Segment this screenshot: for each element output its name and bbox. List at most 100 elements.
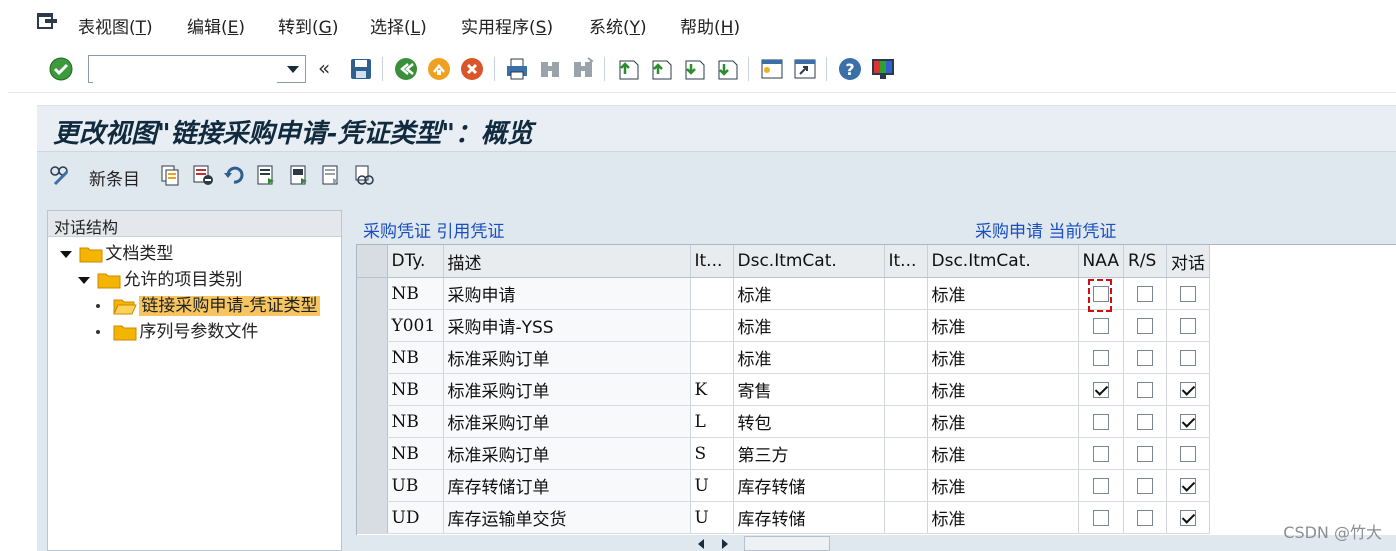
- checkbox[interactable]: [1179, 285, 1196, 302]
- row-selector[interactable]: [357, 309, 388, 342]
- menu-table-view[interactable]: 表视图(T): [78, 13, 153, 38]
- checkbox[interactable]: [1179, 509, 1196, 526]
- cell-doc-type[interactable]: UB: [387, 469, 444, 502]
- cell-description[interactable]: 标准采购订单: [443, 405, 691, 438]
- menu-selection[interactable]: 选择(L): [370, 13, 427, 38]
- horizontal-scrollbar[interactable]: [692, 536, 842, 551]
- next-page-icon[interactable]: [681, 56, 707, 82]
- delete-icon[interactable]: [192, 164, 214, 186]
- column-header[interactable]: DTy.: [387, 245, 444, 278]
- first-page-icon[interactable]: [615, 56, 641, 82]
- checkbox[interactable]: [1092, 445, 1109, 462]
- checkbox[interactable]: [1092, 413, 1109, 430]
- cell-description[interactable]: 库存运输单交货: [443, 501, 691, 534]
- row-selector[interactable]: [357, 277, 388, 310]
- cell-item-category-2[interactable]: [884, 437, 928, 470]
- copy-as-icon[interactable]: [159, 164, 181, 186]
- column-header[interactable]: Dsc.ItmCat.: [733, 245, 885, 278]
- cell-item-category-desc-2[interactable]: 标准: [927, 501, 1079, 534]
- checkbox[interactable]: [1092, 381, 1109, 398]
- tree-node-serial-number-profile[interactable]: 序列号参数文件: [92, 317, 258, 342]
- cell-item-category[interactable]: U: [690, 501, 734, 534]
- cell-item-category-desc-2[interactable]: 标准: [927, 469, 1079, 502]
- cell-item-category-2[interactable]: [884, 341, 928, 374]
- cell-doc-type[interactable]: Y001: [387, 309, 444, 342]
- checkbox[interactable]: [1136, 317, 1153, 334]
- column-header[interactable]: It...: [884, 245, 928, 278]
- checkbox[interactable]: [1136, 381, 1153, 398]
- cell-item-category-desc-2[interactable]: 标准: [927, 309, 1079, 342]
- cell-item-category-desc-2[interactable]: 标准: [927, 277, 1079, 310]
- cell-item-category-desc[interactable]: 标准: [733, 309, 885, 342]
- expand-triangle-icon[interactable]: [60, 250, 72, 258]
- select-block-icon[interactable]: [288, 164, 310, 186]
- cell-item-category[interactable]: [690, 277, 734, 310]
- cell-description[interactable]: 标准采购订单: [443, 341, 691, 374]
- undo-change-icon[interactable]: [223, 164, 245, 186]
- row-selector[interactable]: [357, 373, 388, 406]
- checkbox[interactable]: [1179, 413, 1196, 430]
- checkbox[interactable]: [1136, 413, 1153, 430]
- checkbox[interactable]: [1092, 317, 1109, 334]
- cell-item-category-desc[interactable]: 转包: [733, 405, 885, 438]
- scroll-right-icon[interactable]: [722, 539, 728, 549]
- collapse-chevron-icon[interactable]: «: [318, 56, 330, 80]
- cell-description[interactable]: 采购申请-YSS: [443, 309, 691, 342]
- cell-item-category-desc-2[interactable]: 标准: [927, 437, 1079, 470]
- row-selector[interactable]: [357, 501, 388, 534]
- save-icon[interactable]: [348, 56, 374, 82]
- row-selector[interactable]: [357, 469, 388, 502]
- cell-item-category[interactable]: K: [690, 373, 734, 406]
- tree-node-document-types[interactable]: 文档类型: [60, 239, 173, 264]
- column-header[interactable]: R/S: [1123, 245, 1167, 278]
- scroll-thumb[interactable]: [744, 536, 830, 551]
- cell-item-category-desc[interactable]: 标准: [733, 341, 885, 374]
- customize-layout-icon[interactable]: [870, 56, 896, 82]
- cell-doc-type[interactable]: NB: [387, 405, 444, 438]
- tree-node-link-pr-doc-type[interactable]: 链接采购申请-凭证类型: [92, 291, 320, 316]
- checkbox[interactable]: [1136, 349, 1153, 366]
- scroll-left-icon[interactable]: [698, 539, 704, 549]
- menu-help[interactable]: 帮助(H): [680, 13, 740, 38]
- column-header[interactable]: 描述: [443, 245, 691, 278]
- previous-page-icon[interactable]: [648, 56, 674, 82]
- cell-item-category-desc-2[interactable]: 标准: [927, 373, 1079, 406]
- system-menu-icon[interactable]: [37, 12, 59, 32]
- cell-item-category-desc-2[interactable]: 标准: [927, 341, 1079, 374]
- deselect-all-icon[interactable]: [320, 164, 342, 186]
- back-icon[interactable]: [393, 56, 419, 82]
- cell-description[interactable]: 库存转储订单: [443, 469, 691, 502]
- cell-item-category-2[interactable]: [884, 405, 928, 438]
- cell-item-category[interactable]: [690, 341, 734, 374]
- new-session-icon[interactable]: [759, 56, 785, 82]
- checkbox[interactable]: [1179, 477, 1196, 494]
- column-header[interactable]: Dsc.ItmCat.: [927, 245, 1079, 278]
- menu-utilities[interactable]: 实用程序(S): [461, 13, 553, 38]
- cell-description[interactable]: 标准采购订单: [443, 437, 691, 470]
- cell-doc-type[interactable]: UD: [387, 501, 444, 534]
- select-all-icon[interactable]: [255, 164, 277, 186]
- column-header[interactable]: It...: [690, 245, 734, 278]
- select-all-cell[interactable]: [357, 245, 388, 278]
- display-change-icon[interactable]: [49, 164, 71, 186]
- command-field[interactable]: [88, 55, 306, 83]
- cancel-icon[interactable]: [459, 56, 485, 82]
- row-selector[interactable]: [357, 437, 388, 470]
- cell-item-category-2[interactable]: [884, 373, 928, 406]
- cell-item-category-desc-2[interactable]: 标准: [927, 405, 1079, 438]
- row-selector[interactable]: [357, 405, 388, 438]
- cell-description[interactable]: 采购申请: [443, 277, 691, 310]
- cell-item-category-2[interactable]: [884, 501, 928, 534]
- cell-item-category[interactable]: L: [690, 405, 734, 438]
- menu-system[interactable]: 系统(Y): [589, 13, 647, 38]
- cell-item-category-desc[interactable]: 第三方: [733, 437, 885, 470]
- checkbox[interactable]: [1136, 477, 1153, 494]
- checkbox[interactable]: [1092, 509, 1109, 526]
- cell-description[interactable]: 标准采购订单: [443, 373, 691, 406]
- find-next-icon[interactable]: [570, 56, 596, 82]
- cell-doc-type[interactable]: NB: [387, 437, 444, 470]
- checkbox[interactable]: [1179, 349, 1196, 366]
- checkbox[interactable]: [1092, 477, 1109, 494]
- row-selector[interactable]: [357, 341, 388, 374]
- print-preview-icon[interactable]: [353, 164, 375, 186]
